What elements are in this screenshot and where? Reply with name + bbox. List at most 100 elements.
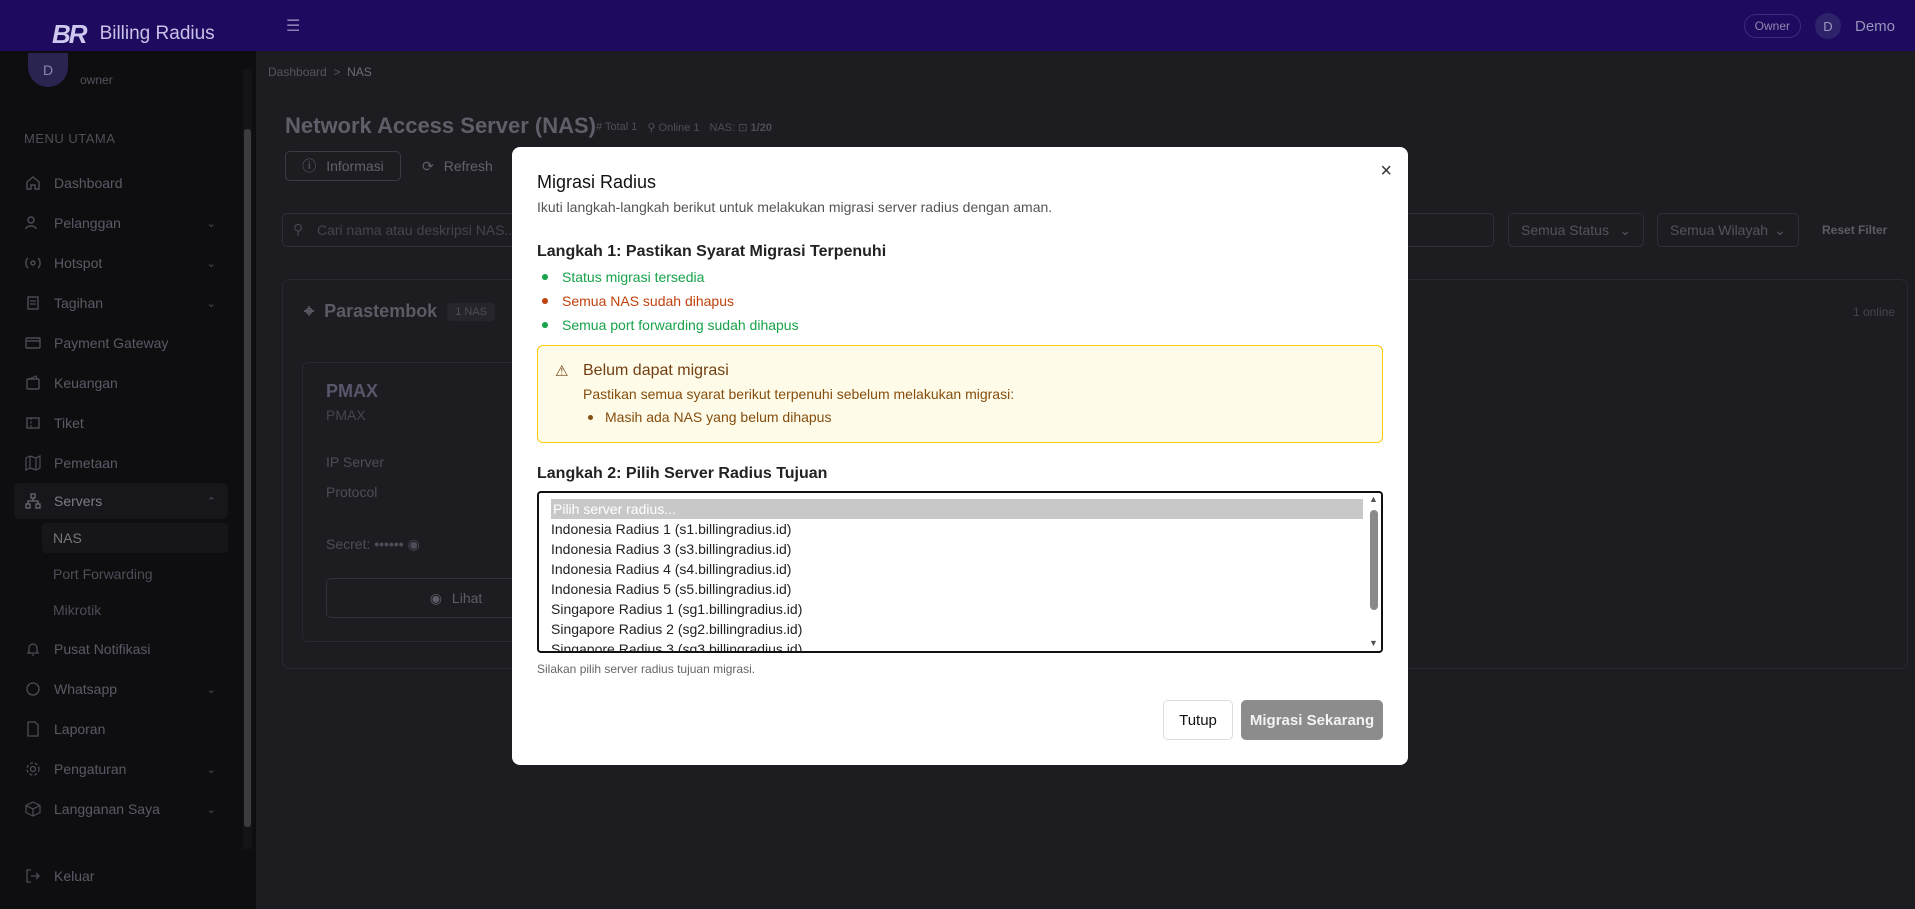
role-badge: Owner <box>1743 14 1801 38</box>
sidebar-item-servers[interactable]: Servers ⌃ <box>14 483 228 519</box>
sidebar-item-payment-gateway[interactable]: Payment Gateway <box>14 325 228 361</box>
ticket-icon <box>24 414 42 432</box>
select-option[interactable]: Indonesia Radius 5 (s5.billingradius.id) <box>551 579 1363 599</box>
scroll-thumb[interactable] <box>1370 510 1378 610</box>
sidebar-item-pusat-notifikasi[interactable]: Pusat Notifikasi <box>14 631 228 667</box>
sidebar-item-label: Pemetaan <box>54 455 118 471</box>
avatar[interactable]: D <box>1814 13 1841 39</box>
sidebar-subitem-port-forwarding[interactable]: Port Forwarding <box>42 559 228 589</box>
sidebar-item-label: Laporan <box>54 721 106 737</box>
dialog-description: Ikuti langkah-langkah berikut untuk mela… <box>537 199 1053 215</box>
sidebar-item-tiket[interactable]: Tiket <box>14 405 228 441</box>
sidebar-subitem-mikrotik[interactable]: Mikrotik <box>42 595 228 625</box>
sidebar: D owner MENU UTAMA Dashboard Pelanggan ⌄… <box>0 51 256 909</box>
warning-alert: ⚠ Belum dapat migrasi Pastikan semua sya… <box>537 345 1383 443</box>
select-option[interactable]: Singapore Radius 1 (sg1.billingradius.id… <box>551 599 1363 619</box>
chevron-up-icon: ⌃ <box>206 495 216 508</box>
sidebar-item-hotspot[interactable]: Hotspot ⌄ <box>14 245 228 281</box>
bullet <box>588 414 593 420</box>
sidebar-role: owner <box>80 73 113 87</box>
map-icon <box>24 454 42 472</box>
page-title: Network Access Server (NAS) <box>285 113 596 138</box>
reset-filter-button[interactable]: Reset Filter <box>1822 223 1887 237</box>
refresh-label: Refresh <box>443 158 493 174</box>
select-scrollbar[interactable]: ▲ ▼ <box>1368 494 1380 650</box>
user-area: Owner D Demo <box>1743 13 1895 39</box>
sidebar-subitem-nas[interactable]: NAS <box>42 523 228 553</box>
sidebar-item-langganan-saya[interactable]: Langganan Saya ⌄ <box>14 791 228 827</box>
refresh-button[interactable]: ⟳ Refresh <box>422 151 493 181</box>
scroll-down-arrow-icon[interactable]: ▼ <box>1369 638 1378 648</box>
user-name[interactable]: Demo <box>1855 18 1895 35</box>
sidebar-item-laporan[interactable]: Laporan <box>14 711 228 747</box>
eye-icon[interactable]: ◉ <box>408 536 420 552</box>
view-label: Lihat <box>451 590 483 606</box>
card-icon <box>24 334 42 352</box>
sidebar-item-pengaturan[interactable]: Pengaturan ⌄ <box>14 751 228 787</box>
sidebar-item-pemetaan[interactable]: Pemetaan <box>14 445 228 481</box>
group-header: ⌖ Parastembok 1 NAS <box>304 301 495 322</box>
wallet-icon <box>24 374 42 392</box>
select-option[interactable]: Singapore Radius 3 (sg3.billingradius.id… <box>551 639 1363 651</box>
search-placeholder: Cari nama atau deskripsi NAS... <box>317 222 517 238</box>
close-button[interactable]: Tutup <box>1163 700 1233 740</box>
brand-name: Billing Radius <box>99 23 215 44</box>
search-icon: ⚲ <box>293 221 304 237</box>
sidebar-item-label: Pelanggan <box>54 215 121 231</box>
sidebar-item-dashboard[interactable]: Dashboard <box>14 165 228 201</box>
logout-button[interactable]: Keluar <box>14 858 228 894</box>
breadcrumb-root[interactable]: Dashboard <box>268 65 327 79</box>
sidebar-item-label: Hotspot <box>54 255 103 271</box>
select-option[interactable]: Pilih server radius... <box>551 499 1363 519</box>
sidebar-item-keuangan[interactable]: Keuangan <box>14 365 228 401</box>
bell-icon <box>24 640 42 658</box>
sidebar-item-label: Dashboard <box>54 175 123 191</box>
home-icon <box>24 174 42 192</box>
status-dot <box>542 298 548 304</box>
select-option[interactable]: Indonesia Radius 4 (s4.billingradius.id) <box>551 559 1363 579</box>
migration-dialog: × Migrasi Radius Ikuti langkah-langkah b… <box>512 147 1408 765</box>
status-filter-select[interactable]: Semua Status ⌄ <box>1508 213 1644 247</box>
package-icon <box>24 800 42 818</box>
warning-triangle-icon: ⚠ <box>555 363 569 380</box>
sidebar-item-tagihan[interactable]: Tagihan ⌄ <box>14 285 228 321</box>
location-pin-icon: ⌖ <box>304 301 315 321</box>
status-dot <box>542 322 548 328</box>
select-option[interactable]: Singapore Radius 2 (sg2.billingradius.id… <box>551 619 1363 639</box>
ip-server-label: IP Server <box>326 454 385 470</box>
scroll-up-arrow-icon[interactable]: ▲ <box>1369 494 1378 504</box>
sidebar-item-label: Payment Gateway <box>54 335 169 351</box>
stat-nas: NAS: ⊡ 1/20 <box>709 122 772 134</box>
radius-server-select[interactable]: Pilih server radius... Indonesia Radius … <box>537 491 1383 653</box>
sidebar-item-pelanggan[interactable]: Pelanggan ⌄ <box>14 205 228 241</box>
chevron-down-icon: ⌄ <box>206 217 216 230</box>
sidebar-item-label: Whatsapp <box>54 681 118 697</box>
status-dot <box>542 274 548 280</box>
region-filter-value: Semua Wilayah <box>1670 222 1769 238</box>
chevron-down-icon: ⌄ <box>206 297 216 310</box>
select-option[interactable]: Indonesia Radius 3 (s3.billingradius.id) <box>551 539 1363 559</box>
select-hint: Silakan pilih server radius tujuan migra… <box>537 662 756 676</box>
requirement-item: Semua NAS sudah dihapus <box>537 293 734 309</box>
chevron-down-icon: ⌄ <box>206 683 216 696</box>
close-icon[interactable]: × <box>1380 161 1392 181</box>
secret-row: Secret: •••••• ◉ <box>326 536 420 552</box>
select-option[interactable]: Indonesia Radius 1 (s1.billingradius.id) <box>551 519 1363 539</box>
step-1-heading: Langkah 1: Pastikan Syarat Migrasi Terpe… <box>537 243 887 260</box>
users-icon <box>24 214 42 232</box>
region-filter-select[interactable]: Semua Wilayah ⌄ <box>1657 213 1799 247</box>
sidebar-scroll-thumb[interactable] <box>244 129 251 827</box>
breadcrumb-current: NAS <box>347 65 372 79</box>
alert-title: Belum dapat migrasi <box>583 362 729 379</box>
info-icon: ⓘ <box>302 158 317 174</box>
info-button[interactable]: ⓘ Informasi <box>285 151 401 181</box>
nas-subtitle: PMAX <box>326 407 366 423</box>
sidebar-item-whatsapp[interactable]: Whatsapp ⌄ <box>14 671 228 707</box>
alert-list-item: Masih ada NAS yang belum dihapus <box>583 409 831 425</box>
sidebar-item-label: Keuangan <box>54 375 118 391</box>
migrate-now-button[interactable]: Migrasi Sekarang <box>1241 700 1383 740</box>
requirement-item: Status migrasi tersedia <box>537 269 704 285</box>
report-icon <box>24 720 42 738</box>
network-icon <box>24 492 42 510</box>
hamburger-menu-icon[interactable]: ☰ <box>286 16 300 36</box>
